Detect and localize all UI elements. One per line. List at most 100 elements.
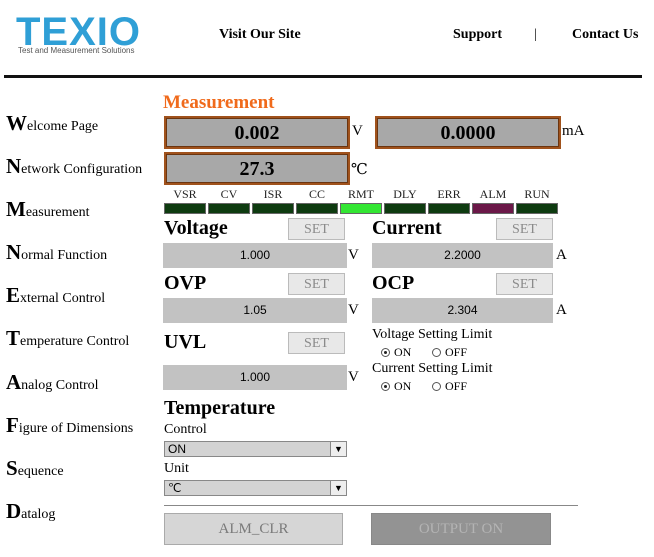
temperature-title: Temperature <box>164 397 276 419</box>
sidebar-item-label: elcome Page <box>27 119 99 134</box>
current-unit: mA <box>562 123 585 139</box>
current-limit-on-radio[interactable]: ON <box>381 379 411 394</box>
output-on-button[interactable]: OUTPUT ON <box>371 513 551 545</box>
temperature-unit: ℃ <box>351 162 368 178</box>
sidebar-item[interactable]: Sequence <box>6 456 64 481</box>
indicator-lamp <box>164 203 206 214</box>
radio-unselected-icon <box>432 382 441 391</box>
unit-label: Unit <box>164 461 189 476</box>
current-set-button[interactable]: SET <box>496 218 553 240</box>
radio-on-label: ON <box>394 345 412 359</box>
chevron-down-icon: ▼ <box>330 442 346 456</box>
voltage-display: 0.002 <box>164 116 350 149</box>
voltage-set-button[interactable]: SET <box>288 218 345 240</box>
indicator-label: ISR <box>263 187 283 201</box>
radio-unselected-icon <box>432 348 441 357</box>
indicator-label: DLY <box>393 187 417 201</box>
ocp-set-button[interactable]: SET <box>496 273 553 295</box>
radio-off-label: OFF <box>445 379 468 393</box>
indicator-label: CV <box>220 187 238 201</box>
ovp-set-button[interactable]: SET <box>288 273 345 295</box>
current-setting-title: Current <box>372 217 442 239</box>
indicator-lamp <box>296 203 338 214</box>
support-link[interactable]: Support <box>453 27 502 43</box>
indicator-label: RUN <box>524 187 550 201</box>
indicator-label: VSR <box>173 187 197 201</box>
unit-select[interactable]: ℃ ▼ <box>164 480 347 496</box>
measurement-title: Measurement <box>163 92 275 113</box>
sidebar-item-initial: T <box>6 326 21 350</box>
radio-on-label: ON <box>394 379 412 393</box>
sidebar-item-initial: E <box>6 283 21 307</box>
visit-site-link[interactable]: Visit Our Site <box>219 27 301 43</box>
sidebar-item-label: etwork Configuration <box>21 162 143 177</box>
sidebar-item-label: equence <box>17 464 64 479</box>
indicator-lamp <box>384 203 426 214</box>
contact-link[interactable]: Contact Us <box>572 27 639 43</box>
indicator-label: ALM <box>479 187 507 201</box>
sidebar-item-initial: W <box>6 111 27 135</box>
sidebar-item-label: igure of Dimensions <box>18 421 134 436</box>
sidebar-item-initial: M <box>6 197 26 221</box>
sidebar-item[interactable]: Measurement <box>6 197 90 222</box>
sidebar-item[interactable]: Normal Function <box>6 240 107 265</box>
indicator-lamp <box>516 203 558 214</box>
sidebar-item[interactable]: Figure of Dimensions <box>6 413 133 438</box>
sidebar-item-initial: F <box>6 413 19 437</box>
sidebar-item-initial: D <box>6 499 22 523</box>
uvl-title: UVL <box>164 331 207 353</box>
indicator-lamp <box>208 203 250 214</box>
ocp-title: OCP <box>372 272 415 294</box>
sidebar-item[interactable]: External Control <box>6 283 105 308</box>
uvl-unit: V <box>348 369 359 385</box>
sidebar-item[interactable]: Network Configuration <box>6 154 142 179</box>
texio-logo[interactable]: TEXIO Test and Measurement Solutions <box>16 12 166 58</box>
link-separator: | <box>534 27 537 42</box>
indicator-label: CC <box>308 187 325 201</box>
voltage-unit: V <box>352 123 363 139</box>
radio-selected-icon <box>381 348 390 357</box>
uvl-field[interactable]: 1.000 <box>163 365 347 390</box>
voltage-setting-field[interactable]: 1.000 <box>163 243 347 268</box>
alm-clr-button[interactable]: ALM_CLR <box>164 513 343 545</box>
sidebar-item-label: nalog Control <box>21 378 99 393</box>
uvl-set-button[interactable]: SET <box>288 332 345 354</box>
voltage-setting-unit: V <box>348 247 359 263</box>
sidebar-item[interactable]: Analog Control <box>6 370 99 395</box>
sidebar-item-initial: A <box>6 370 22 394</box>
current-display: 0.0000 <box>375 116 561 149</box>
current-limit-off-radio[interactable]: OFF <box>432 379 467 394</box>
bottom-divider <box>164 505 578 506</box>
temperature-display: 27.3 <box>164 152 350 185</box>
indicator-lamp <box>340 203 382 214</box>
voltage-limit-off-radio[interactable]: OFF <box>432 345 467 360</box>
indicator-lamp <box>252 203 294 214</box>
ovp-title: OVP <box>164 272 207 294</box>
indicator-label: RMT <box>347 187 374 201</box>
sidebar-item-label: xternal Control <box>20 291 106 306</box>
control-label: Control <box>164 422 207 437</box>
sidebar-item-initial: N <box>6 154 22 178</box>
sidebar-item-label: emperature Control <box>20 334 130 349</box>
current-setting-field[interactable]: 2.2000 <box>372 243 553 268</box>
sidebar-item[interactable]: Temperature Control <box>6 326 129 351</box>
ovp-field[interactable]: 1.05 <box>163 298 347 323</box>
sidebar-item-initial: N <box>6 240 22 264</box>
radio-off-label: OFF <box>445 345 468 359</box>
chevron-down-icon: ▼ <box>330 481 346 495</box>
current-limit-label: Current Setting Limit <box>372 361 493 376</box>
ocp-field[interactable]: 2.304 <box>372 298 553 323</box>
unit-select-value: ℃ <box>168 481 182 495</box>
indicator-label: ERR <box>437 187 461 201</box>
sidebar-item[interactable]: Welcome Page <box>6 111 98 136</box>
sidebar-item-label: ormal Function <box>21 248 108 263</box>
logo-tagline: Test and Measurement Solutions <box>18 46 135 55</box>
sidebar-item[interactable]: Datalog <box>6 499 55 524</box>
header-divider <box>4 75 642 78</box>
voltage-limit-label: Voltage Setting Limit <box>372 327 493 342</box>
radio-selected-icon <box>381 382 390 391</box>
ovp-unit: V <box>348 302 359 318</box>
sidebar-item-label: atalog <box>21 507 56 522</box>
control-select[interactable]: ON ▼ <box>164 441 347 457</box>
voltage-limit-on-radio[interactable]: ON <box>381 345 411 360</box>
